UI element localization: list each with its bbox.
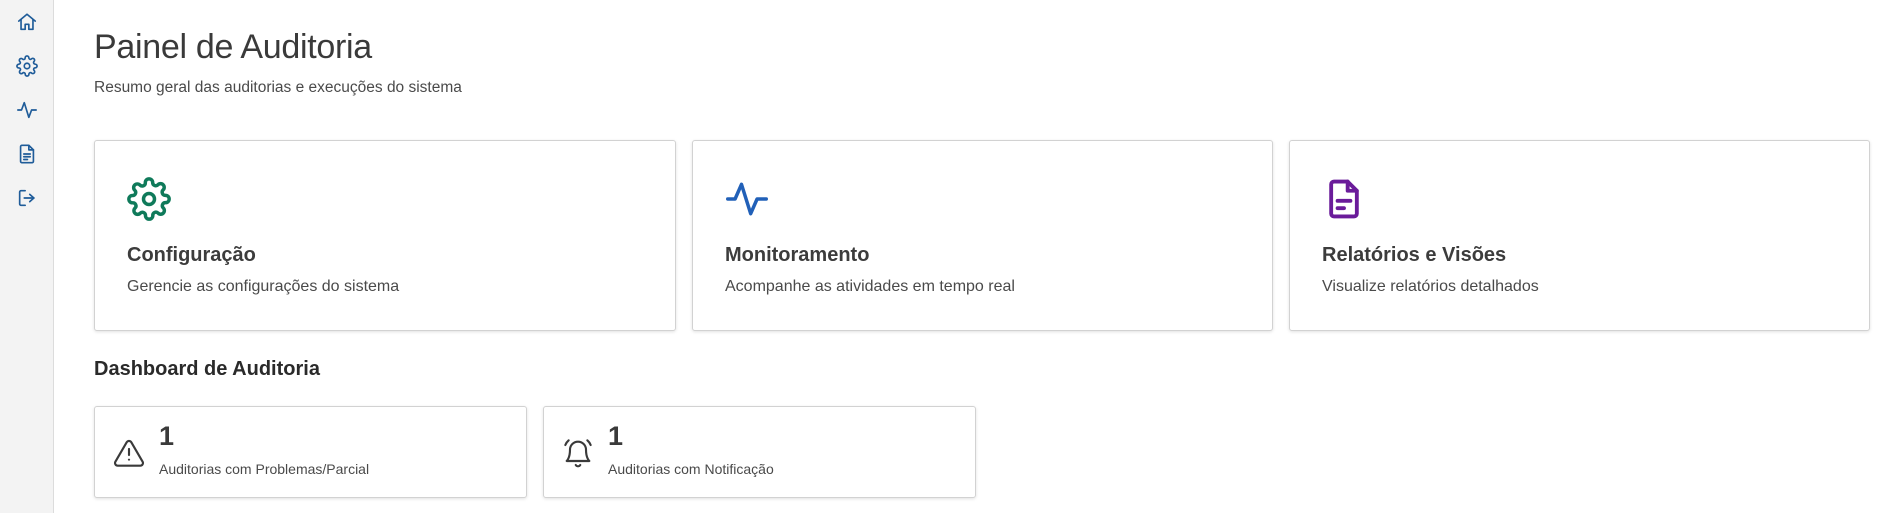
warning-icon [113,439,145,467]
card-title: Monitoramento [725,244,870,266]
reports-card[interactable]: Relatórios e Visões Visualize relatórios… [1289,140,1870,331]
home-icon [17,13,37,31]
sidebar-item-activity[interactable] [13,96,41,124]
page-subtitle: Resumo geral das auditorias e execuções … [94,79,462,96]
card-description: Visualize relatórios detalhados [1322,278,1539,295]
card-title: Configuração [127,244,256,266]
main-content: Painel de Auditoria Resumo geral das aud… [54,0,1884,513]
card-title: Relatórios e Visões [1322,244,1507,266]
dashboard-title: Dashboard de Auditoria [94,358,320,380]
bell-icon [564,439,592,468]
stat-card-problems[interactable]: 1 Auditorias com Problemas/Parcial [94,406,527,498]
stat-label: Auditorias com Notificação [608,461,774,477]
configuration-card[interactable]: Configuração Gerencie as configurações d… [94,140,676,331]
document-icon [19,144,35,164]
stat-value: 1 [608,421,624,451]
card-description: Acompanhe as atividades em tempo real [725,278,1015,295]
sidebar-item-logout[interactable] [13,184,41,212]
sidebar-item-home[interactable] [13,8,41,36]
document-icon [1329,179,1359,219]
card-description: Gerencie as configurações do sistema [127,278,400,295]
stat-card-notifications[interactable]: 1 Auditorias com Notificação [543,406,976,498]
gear-icon [16,55,38,77]
logout-icon [18,189,35,207]
sidebar-item-reports[interactable] [13,140,41,168]
sidebar [0,0,54,513]
page-title: Painel de Auditoria [94,28,372,66]
stat-value: 1 [159,421,175,451]
activity-icon [726,182,768,216]
sidebar-item-settings[interactable] [13,52,41,80]
stat-label: Auditorias com Problemas/Parcial [159,461,370,477]
monitoring-card[interactable]: Monitoramento Acompanhe as atividades em… [692,140,1273,331]
activity-icon [17,101,37,119]
gear-icon [127,177,171,221]
